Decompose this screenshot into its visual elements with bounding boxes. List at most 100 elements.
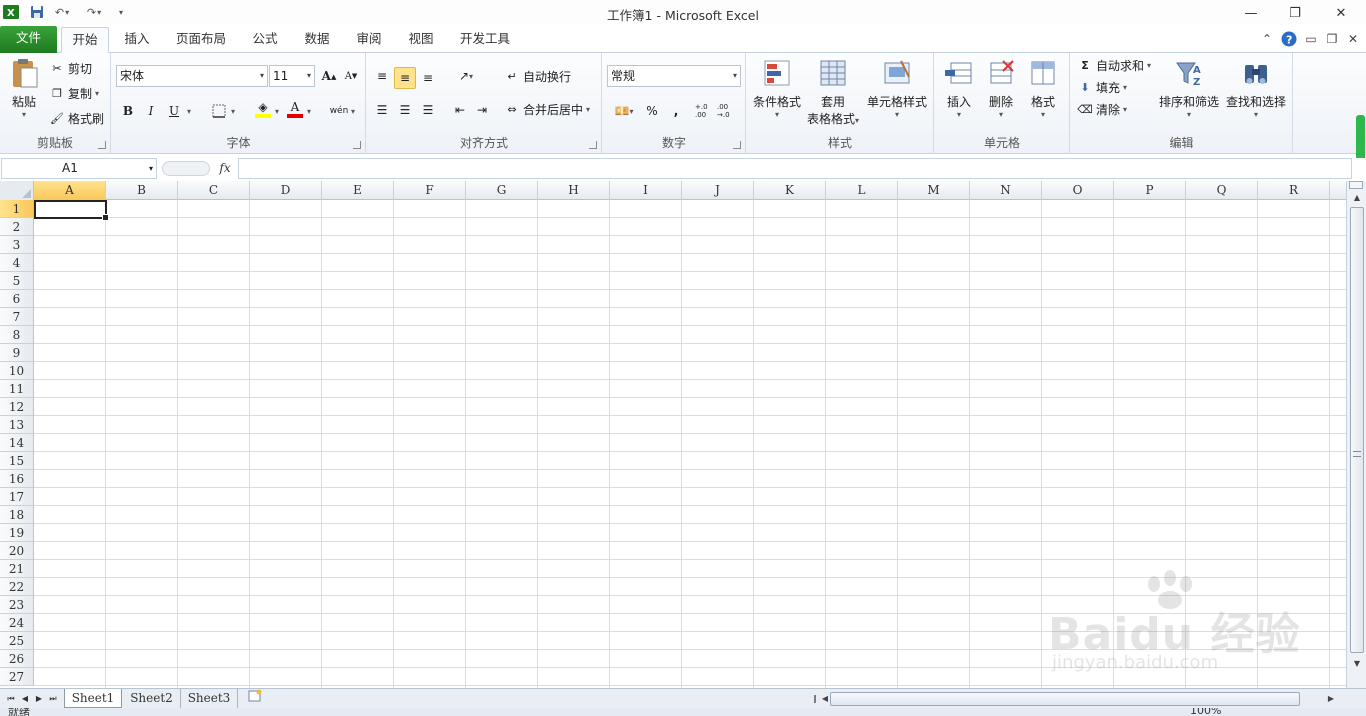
orientation-icon[interactable]: ↗ ▾ [451, 65, 481, 87]
first-sheet-icon[interactable]: ⏮ [4, 691, 18, 707]
font-name-select[interactable]: 宋体 ▾ [116, 65, 268, 87]
row-header-12[interactable]: 12 [0, 398, 33, 416]
vertical-scrollbar[interactable]: ▲ ▼ [1346, 181, 1366, 688]
scroll-down-icon[interactable]: ▼ [1350, 657, 1364, 671]
minimize-button[interactable]: — [1236, 2, 1266, 24]
tab-formulas[interactable]: 公式 [242, 27, 288, 53]
cell-area[interactable] [34, 200, 1346, 688]
row-header-21[interactable]: 21 [0, 560, 33, 578]
merge-center-button[interactable]: ⇔ 合并后居中 ▾ [504, 101, 590, 118]
restore-button[interactable]: ❐ [1280, 2, 1310, 24]
row-header-17[interactable]: 17 [0, 488, 33, 506]
align-center-icon[interactable]: ☰ [394, 99, 416, 121]
workbook-restore-icon[interactable]: ❐ [1323, 30, 1341, 48]
sheet-tab-sheet3[interactable]: Sheet3 [181, 689, 238, 708]
row-header-3[interactable]: 3 [0, 236, 33, 254]
find-select-button[interactable]: 查找和选择 ▾ [1223, 57, 1289, 119]
column-header-j[interactable]: J [682, 181, 754, 200]
comma-button[interactable]: , [665, 100, 687, 122]
fill-button[interactable]: ⬇ 填充 ▾ [1077, 79, 1127, 96]
border-icon[interactable] [208, 100, 230, 122]
row-header-6[interactable]: 6 [0, 290, 33, 308]
delete-cells-button[interactable]: 删除 ▾ [981, 57, 1021, 119]
column-header-h[interactable]: H [538, 181, 610, 200]
insert-function-button[interactable]: fx [214, 158, 236, 179]
align-right-icon[interactable]: ☰ [417, 99, 439, 121]
prev-sheet-icon[interactable]: ◀ [18, 691, 32, 707]
row-header-4[interactable]: 4 [0, 254, 33, 272]
row-header-22[interactable]: 22 [0, 578, 33, 596]
accounting-format-icon[interactable]: 💴 ▾ [609, 100, 639, 122]
tab-file[interactable]: 文件 [0, 26, 57, 53]
horizontal-scroll-thumb[interactable] [830, 692, 1300, 706]
row-header-26[interactable]: 26 [0, 650, 33, 668]
row-header-15[interactable]: 15 [0, 452, 33, 470]
fill-color-dropdown-icon[interactable]: ▾ [272, 100, 282, 122]
insert-sheet-icon[interactable] [240, 689, 270, 708]
column-header-l[interactable]: L [826, 181, 898, 200]
row-header-11[interactable]: 11 [0, 380, 33, 398]
increase-decimal-button[interactable]: +.0 .00 [695, 100, 717, 122]
row-header-1[interactable]: 1 [0, 200, 33, 218]
scroll-up-icon[interactable]: ▲ [1350, 191, 1364, 205]
row-header-18[interactable]: 18 [0, 506, 33, 524]
number-launcher-icon[interactable]: . [733, 141, 741, 149]
next-sheet-icon[interactable]: ▶ [32, 691, 46, 707]
column-header-c[interactable]: C [178, 181, 250, 200]
select-all-button[interactable] [0, 181, 34, 200]
copy-button[interactable]: ❐ 复制 ▾ [49, 85, 99, 102]
sort-filter-button[interactable]: AZ 排序和筛选 ▾ [1157, 57, 1221, 119]
row-header-16[interactable]: 16 [0, 470, 33, 488]
column-header-n[interactable]: N [970, 181, 1042, 200]
phonetic-button[interactable]: wén [328, 100, 350, 122]
format-painter-button[interactable]: 🖌 格式刷 [49, 110, 104, 127]
clipboard-launcher-icon[interactable]: . [98, 141, 106, 149]
number-format-select[interactable]: 常规 ▾ [607, 65, 741, 87]
font-color-dropdown-icon[interactable]: ▾ [304, 100, 314, 122]
active-cell-a1[interactable] [34, 200, 109, 221]
sheet-tab-sheet2[interactable]: Sheet2 [123, 689, 181, 708]
workbook-close-icon[interactable]: ✕ [1344, 30, 1362, 48]
minimize-ribbon-icon[interactable]: ⌃ [1258, 30, 1276, 48]
font-launcher-icon[interactable]: . [353, 141, 361, 149]
row-header-24[interactable]: 24 [0, 614, 33, 632]
tab-page-layout[interactable]: 页面布局 [168, 27, 234, 53]
cut-button[interactable]: ✂ 剪切 [49, 60, 92, 77]
format-as-table-button[interactable]: 套用 表格格式▾ [803, 57, 863, 127]
alignment-launcher-icon[interactable]: . [589, 141, 597, 149]
sheet-tab-sheet1[interactable]: Sheet1 [64, 689, 122, 708]
cell-styles-button[interactable]: 单元格样式 ▾ [865, 57, 929, 119]
row-header-14[interactable]: 14 [0, 434, 33, 452]
align-left-icon[interactable]: ☰ [371, 99, 393, 121]
column-header-r[interactable]: R [1258, 181, 1330, 200]
formula-input[interactable] [238, 158, 1352, 179]
column-header-g[interactable]: G [466, 181, 538, 200]
row-header-5[interactable]: 5 [0, 272, 33, 290]
column-header-m[interactable]: M [898, 181, 970, 200]
fill-color-button[interactable]: ◈ [252, 98, 274, 120]
bold-button[interactable]: B [117, 100, 139, 122]
row-header-10[interactable]: 10 [0, 362, 33, 380]
column-header-o[interactable]: O [1042, 181, 1114, 200]
align-bottom-icon[interactable]: ≡ [417, 67, 439, 89]
underline-button[interactable]: U [163, 100, 185, 122]
underline-dropdown-icon[interactable]: ▾ [184, 100, 194, 122]
tab-view[interactable]: 视图 [398, 27, 444, 53]
increase-indent-icon[interactable]: ⇥ [471, 99, 493, 121]
column-header-a[interactable]: A [34, 181, 106, 200]
last-sheet-icon[interactable]: ⏭ [46, 691, 60, 707]
name-box[interactable]: A1 ▾ [1, 158, 157, 179]
format-cells-button[interactable]: 格式 ▾ [1023, 57, 1063, 119]
column-header-f[interactable]: F [394, 181, 466, 200]
paste-button[interactable]: 粘贴 ▾ [4, 57, 44, 119]
tab-review[interactable]: 审阅 [346, 27, 392, 53]
row-header-25[interactable]: 25 [0, 632, 33, 650]
grow-font-button[interactable]: A ▲ [318, 65, 340, 87]
column-header-b[interactable]: B [106, 181, 178, 200]
help-icon[interactable]: ? [1280, 30, 1298, 48]
percent-button[interactable]: % [641, 100, 663, 122]
row-header-23[interactable]: 23 [0, 596, 33, 614]
row-header-13[interactable]: 13 [0, 416, 33, 434]
column-header-e[interactable]: E [322, 181, 394, 200]
decrease-decimal-button[interactable]: .00 →.0 [717, 100, 739, 122]
